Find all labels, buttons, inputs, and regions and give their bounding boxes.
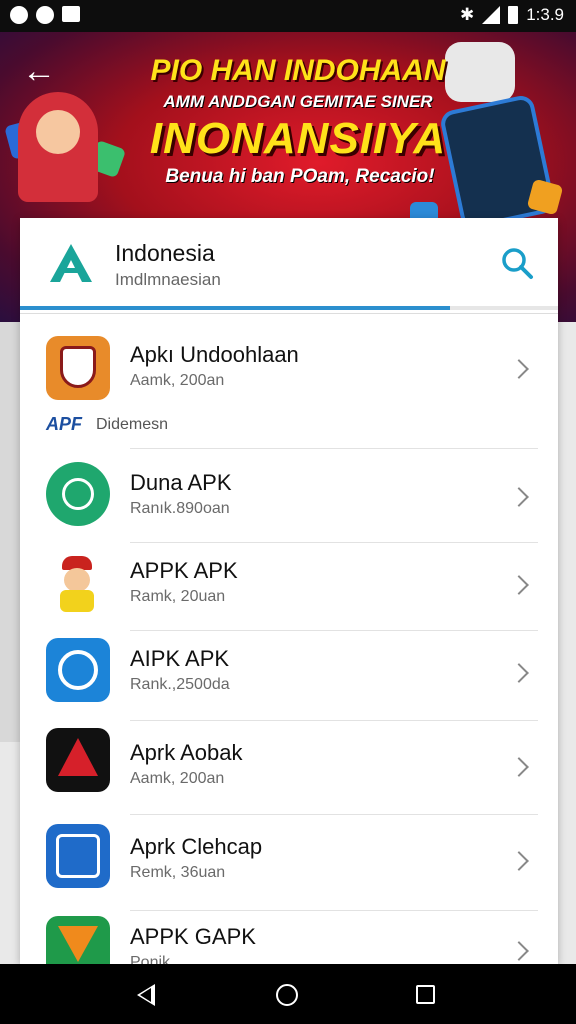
blue-target-app-icon	[46, 638, 110, 702]
app-store-logo-icon	[50, 244, 92, 282]
app-name: APPK GAPK	[130, 924, 256, 949]
green-orange-app-icon	[46, 916, 110, 964]
list-item[interactable]: APPK APK Ramk, 20uan	[20, 542, 558, 630]
app-meta: Ponik	[130, 954, 171, 964]
list-item[interactable]: Apkı Undoohlaan Aamk, 200an APF Didemesn	[20, 318, 558, 448]
green-circle-app-icon	[46, 462, 110, 526]
publisher-label: Didemesn	[96, 415, 169, 433]
banner-tagline: AMM ANDDGAN GEMITAE SINER	[163, 92, 433, 111]
app-name: AIPK APK	[130, 646, 230, 671]
search-icon[interactable]	[500, 246, 534, 280]
chevron-right-icon	[509, 487, 529, 507]
nav-recents-button[interactable]	[416, 985, 435, 1004]
nav-home-button[interactable]	[276, 984, 298, 1006]
banner-caption: Benua hi ban POam, Recacio!	[165, 166, 435, 187]
shield-app-icon	[46, 336, 110, 400]
search-header[interactable]: Indonesia Imdlmnaesian	[20, 218, 558, 314]
list-item[interactable]: APPK GAPK Ponik	[20, 910, 558, 964]
blue-a-app-icon	[46, 824, 110, 888]
app-meta: Aamk, 200an	[130, 770, 225, 787]
red-triangle-app-icon	[46, 728, 110, 792]
app-meta: Rank.,2500da	[130, 676, 230, 693]
publisher-row: APF Didemesn	[46, 414, 168, 435]
signal-icon	[482, 6, 501, 24]
battery-icon	[508, 6, 519, 24]
app-meta: Remk, 36uan	[130, 864, 226, 881]
list-item[interactable]: Aprk Aobak Aamk, 200an	[20, 720, 558, 814]
search-title: Indonesia	[115, 240, 215, 266]
status-bar: ✱ 1:3.9	[0, 0, 576, 32]
chevron-right-icon	[509, 851, 529, 871]
status-time: 1:3.9	[526, 5, 564, 24]
list-item[interactable]: Duna APK Ranık.890oan	[20, 454, 558, 542]
app-name: Aprk Clehcap	[130, 834, 263, 859]
system-navigation-bar	[0, 964, 576, 1024]
list-item[interactable]: Aprk Clehcap Remk, 36uan	[20, 814, 558, 910]
divider	[130, 448, 538, 449]
cartoon-app-icon	[46, 552, 110, 616]
loading-progress-bar	[20, 306, 558, 310]
sync-icon	[36, 6, 54, 24]
app-meta: Aamk, 200an	[130, 372, 225, 389]
chevron-right-icon	[509, 359, 529, 379]
chevron-right-icon	[509, 663, 529, 683]
app-name: APPK APK	[130, 558, 238, 583]
browser-icon	[10, 6, 28, 24]
app-name: Apkı Undoohlaan	[130, 342, 299, 367]
background-page-peek	[0, 322, 20, 742]
banner-headline: PIO HAN INDOHAAN	[150, 54, 446, 87]
progress-fill	[20, 306, 451, 310]
chevron-right-icon	[509, 575, 529, 595]
chevron-right-icon	[509, 757, 529, 777]
banner-title: INONANSIIYA	[149, 114, 447, 163]
app-name: Aprk Aobak	[130, 740, 243, 765]
search-subtitle: Imdlmnaesian	[115, 270, 221, 289]
list-item[interactable]: AIPK APK Rank.,2500da	[20, 630, 558, 720]
publisher-logo: APF	[46, 414, 82, 434]
chevron-right-icon	[509, 941, 529, 961]
app-meta: Ranık.890oan	[130, 500, 230, 517]
app-meta: Ramk, 20uan	[130, 588, 226, 605]
nav-back-button[interactable]	[137, 984, 155, 1006]
bluetooth-icon: ✱	[459, 5, 475, 24]
app-list-card: Indonesia Imdlmnaesian Apkı Undoohlaan A…	[20, 218, 558, 964]
notification-icon	[62, 6, 80, 22]
app-name: Duna APK	[130, 470, 232, 495]
